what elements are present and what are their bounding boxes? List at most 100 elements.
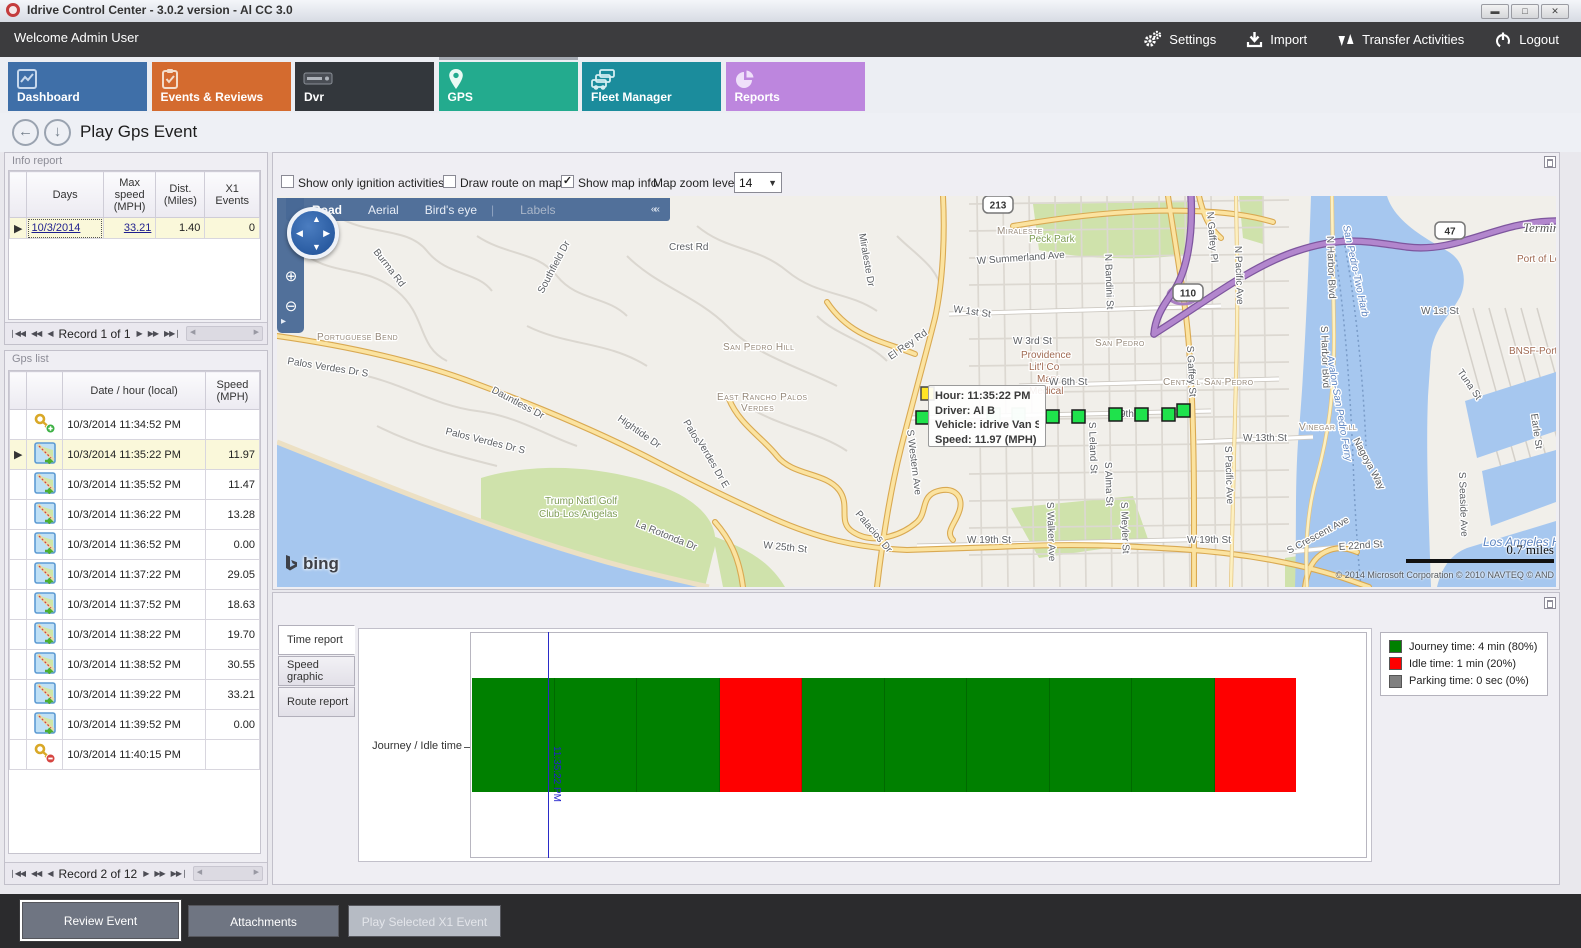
map-style-labels[interactable]: Labels (520, 203, 555, 217)
checkbox-draw-route-on-map[interactable] (443, 175, 456, 188)
gps-date: 10/3/2014 11:36:52 PM (63, 530, 206, 560)
pan-up-icon[interactable]: ▲ (312, 214, 321, 224)
col-days[interactable]: Days (27, 172, 103, 218)
checkbox-label[interactable]: Show only ignition activities (298, 176, 444, 190)
nav-scrollbar[interactable]: ◀▶ (186, 326, 263, 341)
info-report-record-nav[interactable]: ❘◀◀ ◀◀ ◀ Record 1 of 1 ▶ ▶▶ ▶▶❘ ◀▶ (5, 322, 267, 344)
scroll-right-icon[interactable]: ▶ (254, 868, 259, 876)
attachments-button[interactable]: Attachments (188, 905, 339, 937)
col-date-hour[interactable]: Date / hour (local) (63, 372, 206, 410)
first-record-icon[interactable]: ❘◀◀ (9, 869, 25, 878)
chart-tab-time-report[interactable]: Time report (278, 625, 355, 655)
next-record-icon[interactable]: ▶ (137, 329, 142, 338)
gps-row[interactable]: 10/3/2014 11:34:52 PM (10, 410, 260, 440)
bing-map[interactable]: MiralestePeck ParkW Summerland AveCrest … (277, 196, 1556, 587)
scroll-left-icon[interactable]: ◀ (190, 328, 195, 336)
tab-reports[interactable]: Reports (726, 62, 865, 111)
gps-row[interactable]: 10/3/2014 11:39:52 PM0.00 (10, 710, 260, 740)
down-button[interactable]: ↓ (44, 119, 71, 146)
gps-marker[interactable] (1162, 408, 1175, 421)
gps-row[interactable]: 10/3/2014 11:36:52 PM0.00 (10, 530, 260, 560)
map-zoom-in-icon[interactable]: ⊕ (282, 268, 300, 286)
map-style-aerial[interactable]: Aerial (368, 203, 399, 217)
strip-expand-icon[interactable]: ▸ (281, 316, 286, 327)
map-label: W 3rd St (1013, 336, 1052, 347)
prev-record-icon[interactable]: ◀ (47, 869, 52, 878)
tab-dashboard[interactable]: Dashboard (8, 62, 147, 111)
chart-tab-speed-graphic[interactable]: Speed graphic (278, 656, 355, 686)
review-event-button[interactable]: Review Event (22, 902, 179, 939)
pan-right-icon[interactable]: ▶ (323, 228, 330, 239)
checkbox-show-only-ignition-activities[interactable] (281, 175, 294, 188)
next-page-icon[interactable]: ▶▶ (148, 329, 158, 338)
chart-tab-route-report[interactable]: Route report (278, 687, 355, 717)
map-zoom-out-icon[interactable]: ⊖ (282, 298, 300, 316)
import-button[interactable]: Import (1246, 31, 1307, 49)
gps-row[interactable]: 10/3/2014 11:40:15 PM (10, 740, 260, 770)
info-report-table[interactable]: Days Max speed (MPH) Dist. (Miles) X1 Ev… (9, 171, 260, 239)
highway-shield-110: 110 (1173, 284, 1203, 301)
checkbox-label[interactable]: Draw route on map (460, 176, 562, 190)
chart-panel-restore-icon[interactable] (1544, 597, 1556, 609)
gps-row[interactable]: 10/3/2014 11:38:22 PM19.70 (10, 620, 260, 650)
table-row[interactable]: ▶ 10/3/2014 33.21 1.40 0 (10, 218, 260, 239)
nav-scrollbar[interactable]: ◀▶ (193, 866, 263, 881)
gps-marker[interactable] (1072, 410, 1085, 423)
row-marker (10, 530, 27, 560)
gps-row[interactable]: ▶10/3/2014 11:35:22 PM11.97 (10, 440, 260, 470)
tab-events-reviews[interactable]: Events & Reviews (152, 62, 291, 111)
col-dist[interactable]: Dist. (Miles) (156, 172, 205, 218)
gps-list-table[interactable]: Date / hour (local) Speed (MPH) 10/3/201… (9, 371, 260, 770)
pan-down-icon[interactable]: ▼ (312, 242, 321, 252)
minimize-button[interactable]: ▬ (1481, 4, 1509, 19)
gps-row[interactable]: 10/3/2014 11:38:52 PM30.55 (10, 650, 260, 680)
scroll-right-icon[interactable]: ▶ (254, 328, 259, 336)
gps-row[interactable]: 10/3/2014 11:37:22 PM29.05 (10, 560, 260, 590)
close-button[interactable]: ✕ (1541, 4, 1569, 19)
last-record-icon[interactable]: ▶▶❘ (164, 329, 180, 338)
gps-row[interactable]: 10/3/2014 11:35:52 PM11.47 (10, 470, 260, 500)
next-page-icon[interactable]: ▶▶ (154, 869, 164, 878)
gps-row[interactable]: 10/3/2014 11:39:22 PM33.21 (10, 680, 260, 710)
checkbox-show-map-info[interactable]: ✓ (561, 175, 574, 188)
settings-button[interactable]: Settings (1143, 30, 1216, 49)
max-speed-link[interactable]: 33.21 (103, 218, 156, 239)
gps-marker[interactable] (1135, 408, 1148, 421)
transfer-activities-button[interactable]: Transfer Activities (1337, 31, 1464, 49)
last-record-icon[interactable]: ▶▶❘ (171, 869, 187, 878)
tab-gps[interactable]: GPS (439, 62, 578, 111)
gps-marker[interactable] (1109, 408, 1122, 421)
prev-record-icon[interactable]: ◀ (47, 329, 52, 338)
map-label: W 6th St (1049, 377, 1088, 388)
first-record-icon[interactable]: ❘◀◀ (9, 329, 25, 338)
gps-row[interactable]: 10/3/2014 11:37:52 PM18.63 (10, 590, 260, 620)
prev-page-icon[interactable]: ◀◀ (31, 869, 41, 878)
col-max-speed[interactable]: Max speed (MPH) (103, 172, 156, 218)
maximize-button[interactable]: □ (1511, 4, 1539, 19)
map-style-toolbar[interactable]: RoadAerialBird's eye|Labels«« (286, 198, 670, 221)
map-zoom-select[interactable]: 14 ▼ (734, 172, 782, 193)
map-style-bird-s-eye[interactable]: Bird's eye (425, 203, 477, 217)
days-link[interactable]: 10/3/2014 (27, 218, 103, 239)
tab-label: Fleet Manager (591, 90, 672, 104)
tab-dvr[interactable]: Dvr (295, 62, 434, 111)
checkbox-label[interactable]: Show map info (578, 176, 657, 190)
toolbar-collapse-icon[interactable]: «« (651, 204, 658, 215)
col-speed[interactable]: Speed (MPH) (205, 372, 259, 410)
tab-fleet-manager[interactable]: Fleet Manager (582, 62, 721, 111)
gps-marker[interactable] (1177, 404, 1190, 417)
pan-left-icon[interactable]: ◀ (296, 228, 303, 239)
col-x1-events[interactable]: X1 Events (205, 172, 260, 218)
map-pan-compass[interactable]: ▲ ▼ ◀ ▶ (287, 207, 339, 259)
gps-marker[interactable] (1046, 410, 1059, 423)
svg-text:47: 47 (1444, 227, 1456, 238)
next-record-icon[interactable]: ▶ (143, 869, 148, 878)
gps-list-record-nav[interactable]: ❘◀◀ ◀◀ ◀ Record 2 of 12 ▶ ▶▶ ▶▶❘ ◀▶ (5, 862, 267, 884)
logout-button[interactable]: Logout (1494, 31, 1559, 49)
action-label: Import (1270, 32, 1307, 47)
prev-page-icon[interactable]: ◀◀ (31, 329, 41, 338)
back-button[interactable]: ← (12, 119, 39, 146)
map-panel-restore-icon[interactable] (1544, 156, 1556, 168)
gps-row[interactable]: 10/3/2014 11:36:22 PM13.28 (10, 500, 260, 530)
scroll-left-icon[interactable]: ◀ (197, 868, 202, 876)
